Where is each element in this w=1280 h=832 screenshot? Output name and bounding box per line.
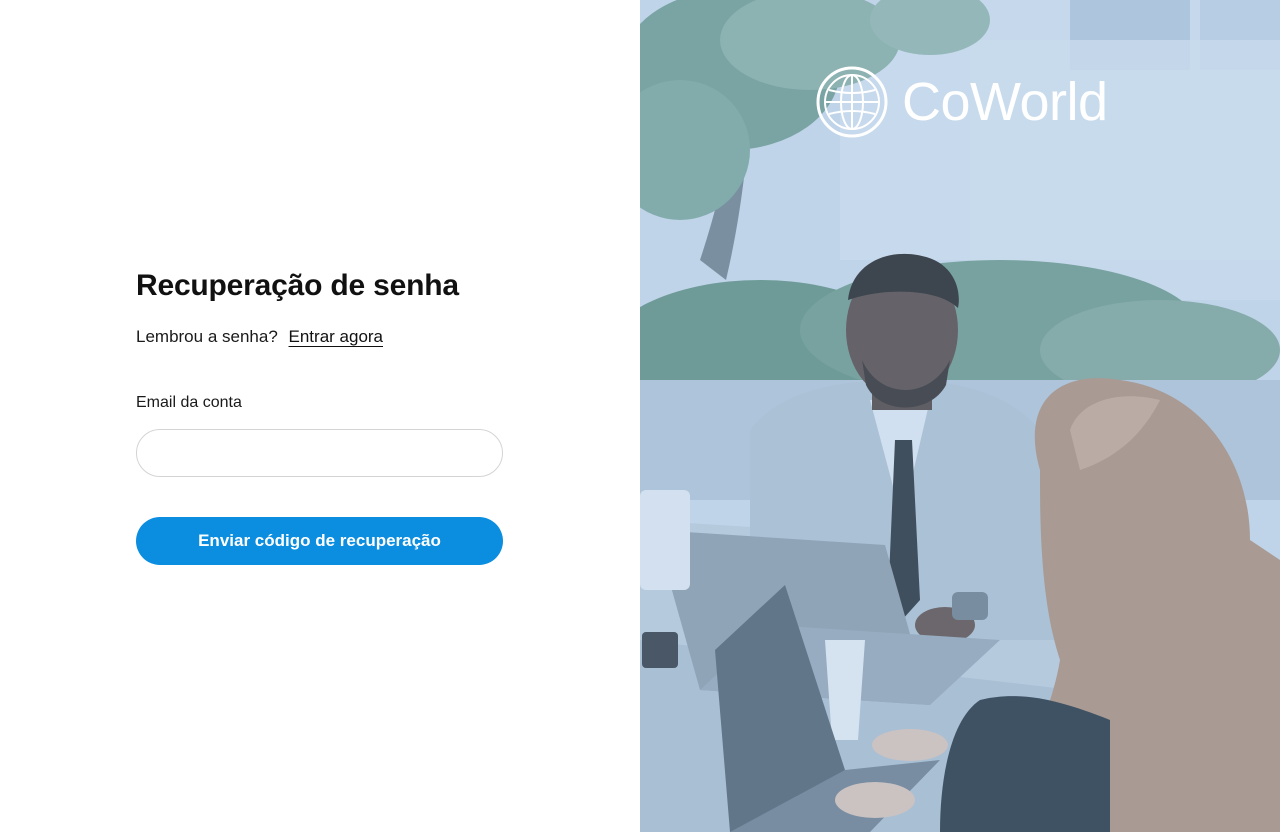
email-field[interactable] bbox=[136, 429, 503, 477]
password-recovery-page: Recuperação de senha Lembrou a senha? En… bbox=[0, 0, 1280, 832]
page-title: Recuperação de senha bbox=[136, 269, 459, 302]
globe-icon bbox=[816, 66, 888, 138]
hero-image-panel: CoWorld bbox=[640, 0, 1280, 832]
login-prompt: Lembrou a senha? Entrar agora bbox=[136, 326, 503, 348]
brand-logo-lockup: CoWorld bbox=[816, 66, 1108, 138]
brand-name: CoWorld bbox=[902, 72, 1108, 132]
recovery-form: Recuperação de senha Lembrou a senha? En… bbox=[136, 268, 503, 565]
login-now-link[interactable]: Entrar agora bbox=[289, 327, 384, 346]
remember-password-text: Lembrou a senha? bbox=[136, 327, 278, 346]
form-panel: Recuperação de senha Lembrou a senha? En… bbox=[0, 0, 640, 832]
email-label: Email da conta bbox=[136, 394, 242, 411]
send-recovery-code-button[interactable]: Enviar código de recuperação bbox=[136, 517, 503, 565]
